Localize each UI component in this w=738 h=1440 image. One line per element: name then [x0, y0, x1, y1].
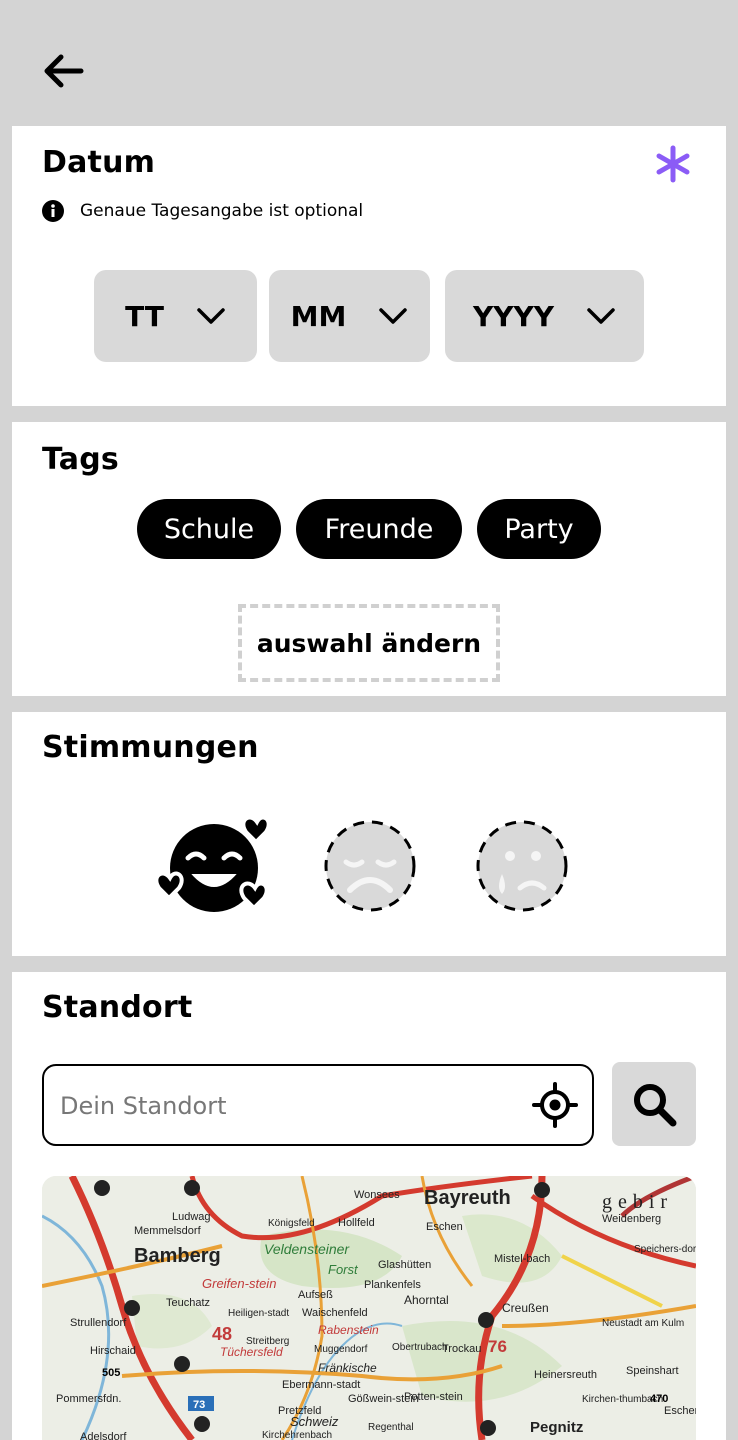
map-label-fraenkische: Fränkische: [318, 1361, 377, 1375]
map-label-pommersfelden: Pommersfdn.: [56, 1393, 121, 1405]
map-label-hollfeld: Hollfeld: [338, 1217, 375, 1229]
day-select[interactable]: TT: [94, 270, 257, 362]
map-label-kirchehrenbach: Kirchehrenbach: [262, 1430, 332, 1440]
crosshair-locate-icon[interactable]: [532, 1082, 578, 1128]
search-button[interactable]: [612, 1062, 696, 1146]
map-label-adelsdorf: Adelsdorf: [80, 1431, 127, 1440]
tags-title: Tags: [42, 442, 119, 477]
map-label-pegnitz: Pegnitz: [530, 1419, 583, 1436]
chevron-down-icon: [587, 308, 615, 324]
crying-face-icon[interactable]: [462, 810, 582, 920]
map-canvas: Bayreuth Bamberg Pegnitz Veldensteiner F…: [42, 1176, 696, 1440]
map-label-glashuetten: Glashütten: [378, 1259, 431, 1271]
map-label-neustadt: Neustadt am Kulm: [602, 1318, 684, 1329]
map-road-505: 505: [102, 1367, 120, 1379]
map-label-creussen: Creußen: [502, 1301, 549, 1315]
map-label-speichersdorf: Speichers-dorf: [634, 1244, 696, 1255]
app-frame: Datum Genaue Tagesangabe ist optional TT…: [12, 0, 726, 1440]
map-label-bamberg: Bamberg: [134, 1245, 221, 1267]
map-road-48: 48: [212, 1324, 232, 1344]
map-label-heinersreuth: Heinersreuth: [534, 1369, 597, 1381]
map-label-speinshart: Speinshart: [626, 1365, 679, 1377]
search-icon: [634, 1084, 677, 1127]
smiling-face-with-hearts-icon[interactable]: [154, 810, 274, 920]
map-label-greifenstein: Greifen-stein: [202, 1276, 276, 1291]
month-select-label: MM: [290, 299, 347, 333]
map-label-pottenstein: Potten-stein: [404, 1391, 463, 1403]
date-info-row: Genaue Tagesangabe ist optional: [42, 200, 363, 222]
change-selection-button[interactable]: auswahl ändern: [238, 604, 500, 682]
back-button[interactable]: [40, 48, 86, 94]
map-label-tuechersfeld: Tüchersfeld: [220, 1345, 283, 1359]
moods-title: Stimmungen: [42, 730, 259, 765]
map-label-teuchatz: Teuchatz: [166, 1297, 210, 1309]
location-search-field: [42, 1064, 594, 1146]
chevron-down-icon: [379, 308, 408, 324]
map-label-gebirge: gebir: [602, 1191, 673, 1213]
map-label-forst: Forst: [328, 1262, 359, 1277]
map-label-pretzfeld: Pretzfeld: [278, 1405, 321, 1417]
date-title: Datum: [42, 145, 156, 180]
info-icon: [42, 200, 64, 222]
map-road-470: 470: [650, 1393, 668, 1405]
map-label-eschenbach: Escher: [664, 1405, 696, 1417]
map-label-strullendorf: Strullendorf: [70, 1317, 127, 1329]
map-label-eschen: Eschen: [426, 1221, 463, 1233]
map-label-ludwag: Ludwag: [172, 1211, 211, 1223]
year-select[interactable]: YYYY: [445, 270, 644, 362]
map-label-rabenstein: Rabenstein: [318, 1323, 379, 1337]
map-label-ahorntal: Ahorntal: [404, 1293, 449, 1307]
map-road-76: 76: [488, 1337, 507, 1356]
map-label-weidenberg: Weidenberg: [602, 1213, 661, 1225]
day-select-label: TT: [125, 299, 164, 333]
map-label-bayreuth: Bayreuth: [424, 1187, 511, 1209]
map-label-muggendorf: Muggendorf: [314, 1344, 368, 1355]
map-label-regenthal: Regenthal: [368, 1422, 414, 1433]
tag-chip-school[interactable]: Schule: [137, 499, 281, 559]
map-road-73-badge-text: 73: [193, 1399, 205, 1411]
location-title: Standort: [42, 990, 193, 1025]
location-map[interactable]: Bayreuth Bamberg Pegnitz Veldensteiner F…: [42, 1176, 696, 1440]
arrow-left-icon: [44, 54, 84, 88]
map-label-trockau: Trockau: [442, 1343, 481, 1355]
map-label-koenigsfeld: Königsfeld: [268, 1218, 315, 1229]
map-label-ebermannstadt: Ebermann-stadt: [282, 1379, 360, 1391]
map-label-aufsess: Aufseß: [298, 1289, 333, 1301]
top-bar: [12, 0, 726, 126]
date-info-text: Genaue Tagesangabe ist optional: [80, 201, 364, 221]
map-label-obertrubach: Obertrubach: [392, 1342, 448, 1353]
map-label-memmelsdorf: Memmelsdorf: [134, 1225, 202, 1237]
map-label-plankenfels: Plankenfels: [364, 1279, 421, 1291]
required-asterisk-icon: [656, 145, 690, 183]
map-label-mistelbach: Mistel-bach: [494, 1253, 550, 1265]
sad-face-icon[interactable]: [310, 810, 430, 920]
map-label-hirschaid: Hirschaid: [90, 1345, 136, 1357]
chevron-down-icon: [197, 308, 225, 324]
map-label-heiligenstadt: Heiligen-stadt: [228, 1308, 289, 1319]
location-input[interactable]: [58, 1084, 522, 1128]
map-label-veldensteiner: Veldensteiner: [264, 1241, 350, 1257]
tag-chip-friends[interactable]: Freunde: [296, 499, 462, 559]
year-select-label: YYYY: [472, 299, 555, 333]
map-label-waischenfeld: Waischenfeld: [302, 1307, 368, 1319]
month-select[interactable]: MM: [269, 270, 430, 362]
tag-chip-party[interactable]: Party: [477, 499, 601, 559]
map-label-wonsees: Wonsees: [354, 1189, 400, 1201]
